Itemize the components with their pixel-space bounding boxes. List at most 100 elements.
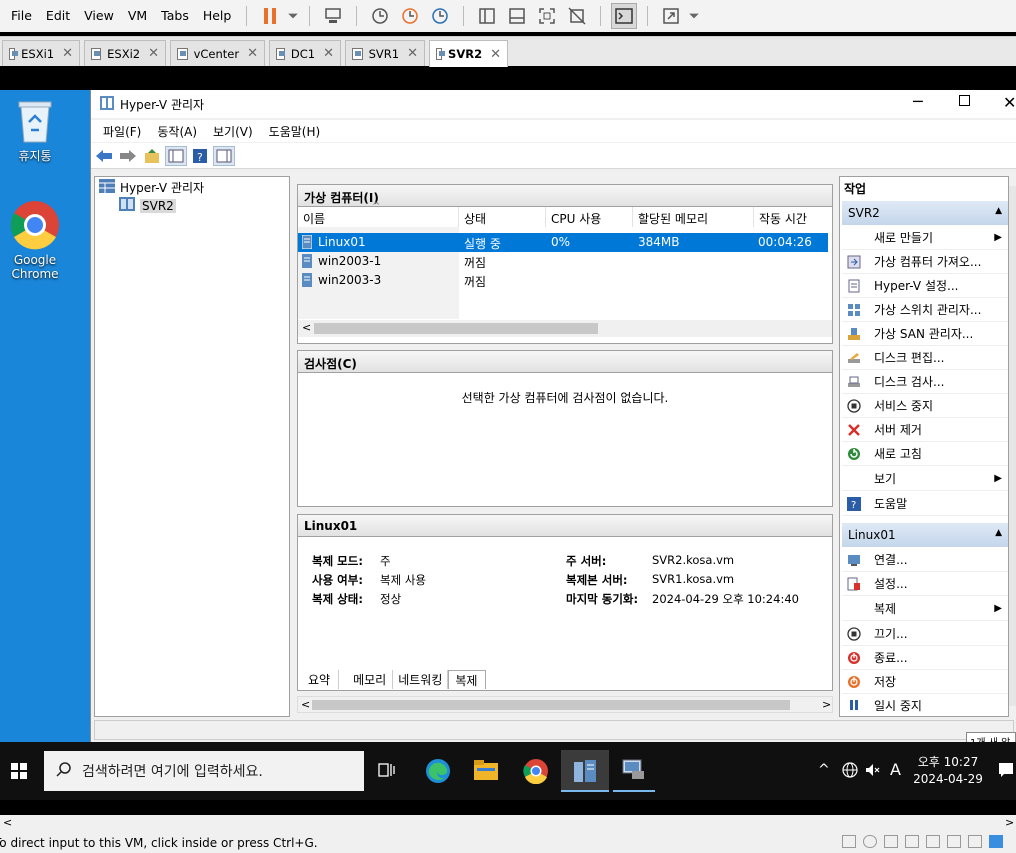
action-pause[interactable]: 일시 중지 (842, 694, 1008, 716)
cd-drive-icon[interactable] (863, 835, 877, 848)
action-inspect-disk[interactable]: 디스크 검사... (842, 370, 1008, 394)
close-icon[interactable]: ✕ (482, 47, 501, 62)
scroll-left-icon[interactable]: < (302, 321, 311, 334)
minimize-icon[interactable]: ─ (913, 92, 923, 111)
hard-disk-icon[interactable] (842, 835, 856, 848)
menu-action[interactable]: 동작(A) (149, 123, 205, 140)
actions-section-linux01[interactable]: Linux01 ▲ (842, 523, 1008, 547)
action-remove-server[interactable]: 서버 제거 (842, 418, 1008, 442)
action-stop-service[interactable]: 서비스 중지 (842, 394, 1008, 418)
horizontal-scrollbar[interactable]: < (298, 320, 832, 337)
action-shutdown[interactable]: 종료... (842, 646, 1008, 670)
show-hide-action-pane-icon[interactable] (213, 145, 235, 166)
action-replication[interactable]: 복제 ▶ (842, 597, 1008, 621)
action-turn-off[interactable]: 끄기... (842, 622, 1008, 646)
menu-help[interactable]: 도움말(H) (261, 123, 329, 140)
action-help[interactable]: ? 도움말 (842, 492, 1008, 516)
tab-dc1[interactable]: DC1 ✕ (269, 40, 341, 66)
dropdown-chevron-icon[interactable] (287, 3, 299, 29)
close-icon[interactable]: ✕ (239, 46, 258, 61)
action-view[interactable]: 보기 ▶ (842, 467, 1008, 491)
tree-root-hyperv[interactable]: Hyper-V 관리자 (99, 179, 204, 196)
help-icon[interactable]: ? (189, 146, 211, 166)
stretch-guest-icon[interactable] (658, 3, 684, 29)
menu-help[interactable]: Help (196, 0, 239, 32)
horizontal-scrollbar[interactable]: < > (297, 696, 833, 713)
tab-networking[interactable]: 네트워킹 (393, 670, 449, 689)
scrollbar-thumb[interactable] (314, 323, 598, 334)
tab-summary[interactable]: 요약 (300, 670, 340, 689)
scroll-left-icon[interactable]: < (301, 698, 310, 711)
back-arrow-icon[interactable] (93, 146, 115, 166)
dropdown-chevron-icon[interactable] (688, 3, 700, 29)
action-import-vm[interactable]: 가상 컴퓨터 가져오... (842, 250, 1008, 274)
action-connect[interactable]: 연결... (842, 548, 1008, 572)
column-state[interactable]: 상태 (459, 207, 546, 227)
tree-item-svr2[interactable]: SVR2 (119, 197, 176, 214)
usb-controller-icon[interactable] (905, 835, 919, 848)
action-edit-disk[interactable]: 디스크 편집... (842, 346, 1008, 370)
speaker-muted-icon[interactable] (865, 762, 881, 781)
up-folder-icon[interactable] (141, 146, 163, 166)
action-hyperv-settings[interactable]: Hyper-V 설정... (842, 274, 1008, 298)
pause-icon[interactable] (257, 3, 283, 29)
menu-view[interactable]: View (77, 0, 121, 32)
close-icon[interactable]: ✕ (315, 46, 334, 61)
actions-scrollbar[interactable] (1009, 186, 1016, 706)
tab-replication[interactable]: 복제 (448, 670, 487, 689)
tab-memory[interactable]: 메모리 (347, 670, 394, 689)
action-virtual-switch-manager[interactable]: 가상 스위치 관리자... (842, 298, 1008, 322)
network-adapter-icon[interactable] (884, 835, 898, 848)
message-log-icon[interactable] (989, 835, 1003, 848)
tab-vcenter[interactable]: vCenter ✕ (170, 40, 265, 66)
scroll-right-icon[interactable]: > (1005, 816, 1014, 829)
action-virtual-san-manager[interactable]: 가상 SAN 관리자... (842, 322, 1008, 346)
chrome-icon[interactable] (523, 758, 549, 787)
snapshot-icon[interactable] (367, 3, 393, 29)
actions-section-svr2[interactable]: SVR2 ▲ (842, 201, 1008, 225)
column-cpu[interactable]: CPU 사용 (546, 207, 633, 227)
chrome-shortcut[interactable]: Google Chrome (0, 200, 70, 281)
taskbar-search-box[interactable]: 검색하려면 여기에 입력하세요. (44, 751, 364, 791)
close-icon[interactable]: ✕ (140, 46, 159, 61)
taskbar-hyperv-manager[interactable] (561, 750, 609, 792)
scroll-right-icon[interactable]: > (822, 698, 831, 711)
show-library-icon[interactable] (474, 3, 500, 29)
table-row[interactable]: win2003-1 꺼짐 (298, 252, 828, 271)
display-icon[interactable] (968, 835, 982, 848)
menu-vm[interactable]: VM (121, 0, 154, 32)
task-view-icon[interactable] (378, 761, 396, 782)
column-uptime[interactable]: 작동 시간 (754, 207, 832, 227)
menu-tabs[interactable]: Tabs (154, 0, 196, 32)
scroll-left-icon[interactable]: < (3, 816, 12, 829)
snapshot-manager-icon[interactable] (427, 3, 453, 29)
clock[interactable]: 오후 10:27 2024-04-29 (913, 754, 983, 788)
windows-start-icon[interactable] (11, 763, 27, 782)
ime-indicator[interactable]: A (890, 760, 901, 779)
menu-view[interactable]: 보기(V) (205, 123, 261, 140)
network-globe-icon[interactable] (842, 762, 858, 781)
revert-snapshot-icon[interactable] (397, 3, 423, 29)
notification-center-icon[interactable] (998, 762, 1014, 781)
file-explorer-icon[interactable] (473, 759, 499, 784)
scrollbar-thumb[interactable] (312, 700, 790, 710)
printer-icon[interactable] (947, 835, 961, 848)
tab-esxi1[interactable]: ESXi1 ✕ (2, 40, 80, 66)
tab-svr1[interactable]: SVR1 ✕ (345, 40, 425, 66)
tab-svr2[interactable]: SVR2 ✕ (429, 40, 508, 67)
send-ctrl-alt-del-icon[interactable] (320, 3, 346, 29)
full-screen-icon[interactable] (534, 3, 560, 29)
action-refresh[interactable]: 새로 고침 (842, 442, 1008, 466)
table-row[interactable]: win2003-3 꺼짐 (298, 271, 828, 290)
action-new[interactable]: 새로 만들기 ▶ (842, 226, 1008, 250)
unity-icon[interactable] (564, 3, 590, 29)
close-icon[interactable]: ✕ (54, 46, 73, 61)
show-hidden-icons-chevron-icon[interactable]: ^ (818, 762, 830, 778)
vmware-horizontal-scrollbar[interactable]: < > (0, 815, 1016, 832)
collapse-icon[interactable]: ▲ (995, 528, 1002, 538)
action-save[interactable]: 저장 (842, 670, 1008, 694)
recycle-bin-shortcut[interactable]: 휴지통 (0, 98, 70, 164)
edge-icon[interactable] (425, 758, 451, 787)
menu-file[interactable]: 파일(F) (95, 123, 149, 140)
close-icon[interactable]: ✕ (1003, 93, 1016, 112)
